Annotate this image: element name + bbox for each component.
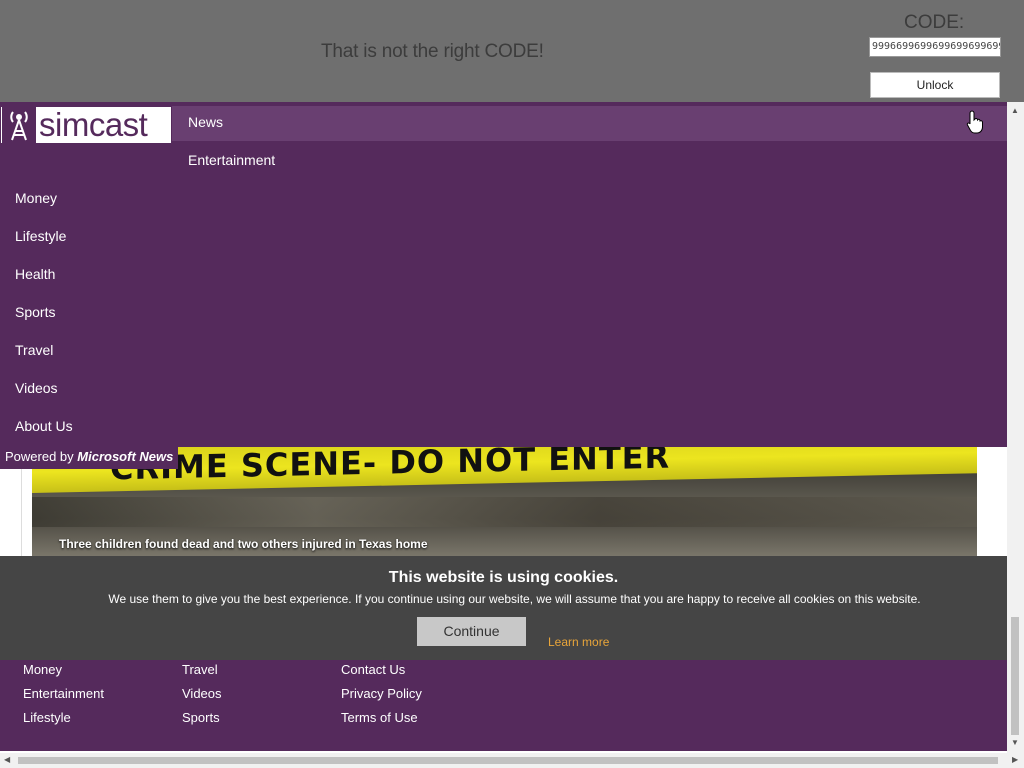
nav-travel[interactable]: Travel	[15, 342, 53, 358]
nav-entertainment[interactable]: Entertainment	[188, 152, 275, 168]
horizontal-scroll-thumb[interactable]	[18, 757, 998, 764]
footer-link-travel[interactable]: Travel	[182, 662, 218, 677]
nav-news[interactable]: News	[188, 114, 223, 130]
footer-link-terms-of-use[interactable]: Terms of Use	[341, 710, 418, 725]
vertical-scroll-thumb[interactable]	[1011, 617, 1019, 735]
scroll-up-arrow-icon[interactable]: ▲	[1011, 106, 1019, 115]
logo-text: simcast	[39, 106, 148, 143]
powered-by-badge: Powered by Microsoft News	[0, 445, 178, 469]
nav-videos[interactable]: Videos	[15, 380, 58, 396]
site-navigation: simcast News Entertainment Money Lifesty…	[0, 102, 1007, 447]
article-headline[interactable]: Three children found dead and two others…	[59, 537, 428, 551]
antenna-icon	[2, 107, 36, 143]
learn-more-link[interactable]: Learn more	[548, 635, 609, 649]
nav-lifestyle[interactable]: Lifestyle	[15, 228, 66, 244]
horizontal-scrollbar[interactable]: ◀ ▶	[0, 753, 1024, 768]
scroll-down-arrow-icon[interactable]: ▼	[1011, 738, 1019, 747]
tape-text: CRIME SCENE- DO NOT ENTER	[110, 447, 671, 488]
hero-background	[32, 497, 977, 527]
nav-sports[interactable]: Sports	[15, 304, 55, 320]
code-input[interactable]: 9996699699699699699699699	[869, 37, 1001, 57]
cookie-banner: This website is using cookies. We use th…	[0, 556, 1007, 660]
cookie-title: This website is using cookies.	[388, 569, 619, 586]
site-footer: Money Entertainment Lifestyle Travel Vid…	[0, 660, 1007, 751]
continue-button[interactable]: Continue	[417, 617, 526, 646]
code-label: CODE:	[904, 12, 965, 33]
scroll-left-arrow-icon[interactable]: ◀	[4, 755, 10, 764]
site-logo[interactable]: simcast	[0, 106, 172, 144]
cookie-message: We use them to give you the best experie…	[108, 592, 921, 606]
unlock-button[interactable]: Unlock	[870, 72, 1000, 98]
hand-pointer-cursor-icon	[966, 110, 984, 139]
powered-by-prefix: Powered by	[5, 449, 74, 464]
lock-overlay-bar: That is not the right CODE! CODE: 999669…	[0, 0, 1024, 102]
footer-link-entertainment[interactable]: Entertainment	[23, 686, 104, 701]
error-message: That is not the right CODE!	[321, 41, 544, 62]
footer-link-videos[interactable]: Videos	[182, 686, 222, 701]
nav-money[interactable]: Money	[15, 190, 57, 206]
footer-link-privacy-policy[interactable]: Privacy Policy	[341, 686, 422, 701]
nav-about-us[interactable]: About Us	[15, 418, 73, 434]
footer-link-lifestyle[interactable]: Lifestyle	[23, 710, 71, 725]
vertical-scrollbar[interactable]: ▲ ▼	[1007, 102, 1024, 753]
footer-link-contact-us[interactable]: Contact Us	[341, 662, 405, 677]
footer-link-money[interactable]: Money	[23, 662, 62, 677]
nav-health[interactable]: Health	[15, 266, 55, 282]
footer-link-sports[interactable]: Sports	[182, 710, 220, 725]
powered-by-brand: Microsoft News	[77, 449, 174, 464]
scroll-right-arrow-icon[interactable]: ▶	[1012, 755, 1018, 764]
